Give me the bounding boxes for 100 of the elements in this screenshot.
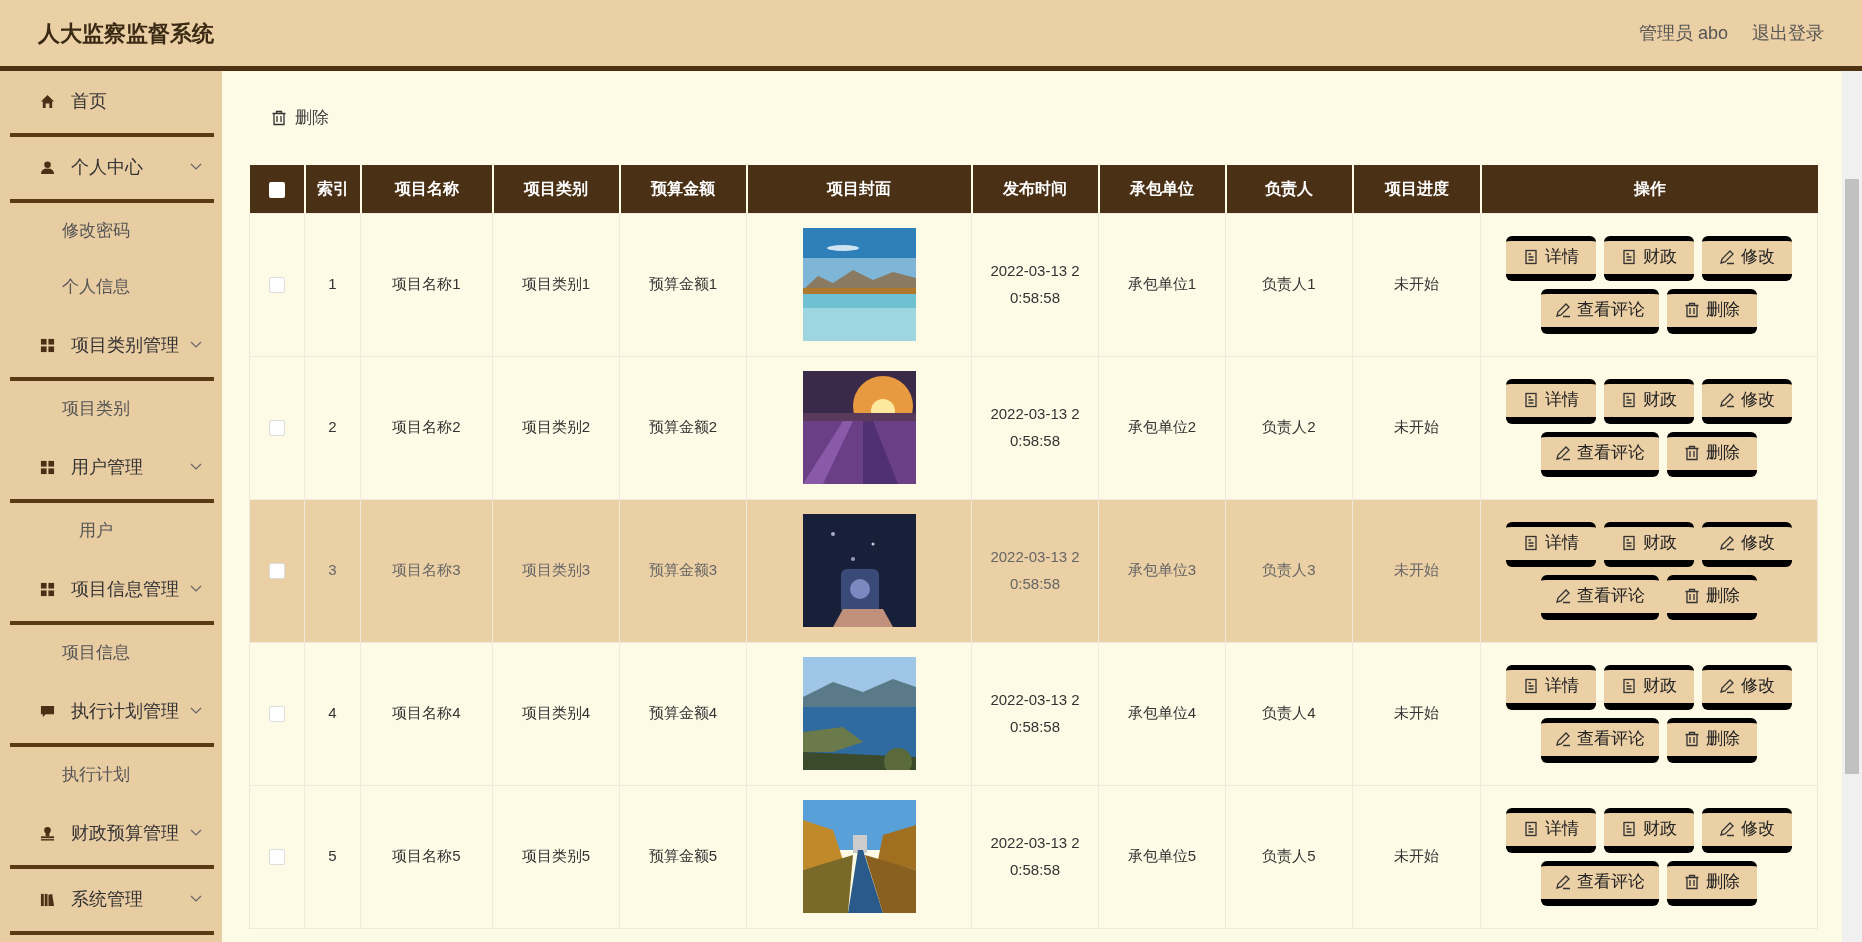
menu-item[interactable]: 财政预算管理	[0, 803, 222, 863]
action-button[interactable]: 财政	[1604, 521, 1694, 567]
checkbox[interactable]	[269, 849, 285, 866]
action-button[interactable]: 详情	[1506, 807, 1596, 853]
table-cell-text: 2022-03-13 20:58:58	[989, 261, 1081, 308]
action-button[interactable]: 查看评论	[1541, 431, 1659, 477]
menu-item[interactable]: 项目类别管理	[0, 315, 222, 375]
menu-item[interactable]: 执行计划管理	[0, 681, 222, 741]
action-button[interactable]: 修改	[1702, 378, 1792, 424]
action-button[interactable]: 详情	[1506, 664, 1596, 710]
document-icon	[1523, 535, 1539, 551]
table-cell: 5	[304, 785, 361, 928]
action-button[interactable]: 财政	[1604, 378, 1694, 424]
table-cell: 负责人2	[1225, 356, 1353, 499]
table-cell: 项目类别3	[492, 499, 620, 642]
table-cell: 负责人1	[1225, 213, 1353, 356]
table-cell: 项目类别5	[492, 785, 620, 928]
pencil-icon	[1555, 302, 1571, 318]
table-cell: 预算金额2	[619, 356, 747, 499]
table-cell: 承包单位4	[1098, 642, 1226, 785]
menu-item[interactable]: 系统管理	[0, 869, 222, 929]
chevron-down-icon	[190, 585, 202, 593]
grid-icon	[40, 459, 55, 475]
pencil-icon	[1719, 392, 1735, 408]
column-header: 预算金额	[619, 165, 747, 213]
table-cell-text: 2022-03-13 20:58:58	[989, 547, 1081, 594]
books-icon	[40, 891, 55, 907]
table-cell: 项目名称3	[360, 499, 493, 642]
chevron-down-icon	[190, 895, 202, 903]
column-header: 操作	[1480, 165, 1818, 213]
submenu-item[interactable]: 项目信息	[0, 625, 222, 681]
trash-icon	[1684, 588, 1700, 604]
column-header: 负责人	[1225, 165, 1353, 213]
submenu-item[interactable]: 项目类别	[0, 381, 222, 437]
user-icon	[40, 159, 55, 175]
action-button[interactable]: 删除	[1667, 717, 1757, 763]
action-button[interactable]: 财政	[1604, 807, 1694, 853]
document-icon	[1523, 678, 1539, 694]
action-button[interactable]: 修改	[1702, 521, 1792, 567]
table-cell: 未开始	[1352, 499, 1481, 642]
table-cell: 项目名称4	[360, 642, 493, 785]
pencil-icon	[1555, 874, 1571, 890]
checkbox[interactable]	[268, 181, 285, 198]
action-button[interactable]: 详情	[1506, 521, 1596, 567]
action-button[interactable]: 修改	[1702, 807, 1792, 853]
table-cell: 预算金额3	[619, 499, 747, 642]
table-cell: 预算金额5	[619, 785, 747, 928]
chat-icon	[40, 703, 55, 719]
trash-icon	[271, 109, 287, 126]
user-label: 管理员 abo	[1638, 21, 1728, 45]
checkbox[interactable]	[269, 277, 285, 294]
table-cell: 预算金额1	[619, 213, 747, 356]
checkbox[interactable]	[269, 563, 285, 580]
table-cell-text: 2022-03-13 20:58:58	[989, 404, 1081, 451]
action-button[interactable]: 财政	[1604, 235, 1694, 281]
action-button[interactable]: 查看评论	[1541, 717, 1659, 763]
checkbox[interactable]	[269, 706, 285, 723]
menu-item[interactable]: 个人中心	[0, 137, 222, 197]
action-button[interactable]: 修改	[1702, 664, 1792, 710]
column-header: 索引	[304, 165, 361, 213]
document-icon	[1621, 821, 1637, 837]
column-header: 发布时间	[971, 165, 1099, 213]
table-cell-text: 2022-03-13 20:58:58	[989, 690, 1081, 737]
submenu-item[interactable]: 个人信息	[0, 259, 222, 315]
pencil-icon	[1719, 821, 1735, 837]
menu-item[interactable]: 首页	[0, 71, 222, 131]
menu-item[interactable]: 项目信息管理	[0, 559, 222, 619]
pencil-icon	[1555, 588, 1571, 604]
action-button[interactable]: 删除	[1667, 288, 1757, 334]
checkbox[interactable]	[269, 420, 285, 437]
action-button[interactable]: 查看评论	[1541, 288, 1659, 334]
action-button[interactable]: 财政	[1604, 664, 1694, 710]
trash-icon	[1684, 445, 1700, 461]
column-header: 项目封面	[746, 165, 972, 213]
action-button[interactable]: 删除	[1667, 860, 1757, 906]
menu-item[interactable]: 用户管理	[0, 437, 222, 497]
table-cell: 未开始	[1352, 785, 1481, 928]
chevron-down-icon	[190, 163, 202, 171]
submenu-item[interactable]: 用户	[0, 503, 222, 559]
action-button[interactable]: 详情	[1506, 235, 1596, 281]
document-icon	[1523, 392, 1539, 408]
document-icon	[1523, 249, 1539, 265]
table-cell: 未开始	[1352, 642, 1481, 785]
action-button[interactable]: 详情	[1506, 378, 1596, 424]
action-button[interactable]: 修改	[1702, 235, 1792, 281]
scrollbar[interactable]	[1842, 71, 1862, 942]
table-cell: 承包单位1	[1098, 213, 1226, 356]
trash-icon	[1684, 731, 1700, 747]
action-button[interactable]: 删除	[1667, 574, 1757, 620]
delete-button[interactable]: 删除	[269, 101, 331, 135]
document-icon	[1621, 678, 1637, 694]
table-cell: 2	[304, 356, 361, 499]
action-button[interactable]: 查看评论	[1541, 860, 1659, 906]
submenu-item[interactable]: 执行计划	[0, 747, 222, 803]
submenu-item[interactable]: 修改密码	[0, 203, 222, 259]
column-header: 项目名称	[360, 165, 493, 213]
stamp-icon	[40, 825, 55, 841]
logout-link[interactable]: 退出登录	[1752, 19, 1824, 47]
action-button[interactable]: 删除	[1667, 431, 1757, 477]
action-button[interactable]: 查看评论	[1541, 574, 1659, 620]
